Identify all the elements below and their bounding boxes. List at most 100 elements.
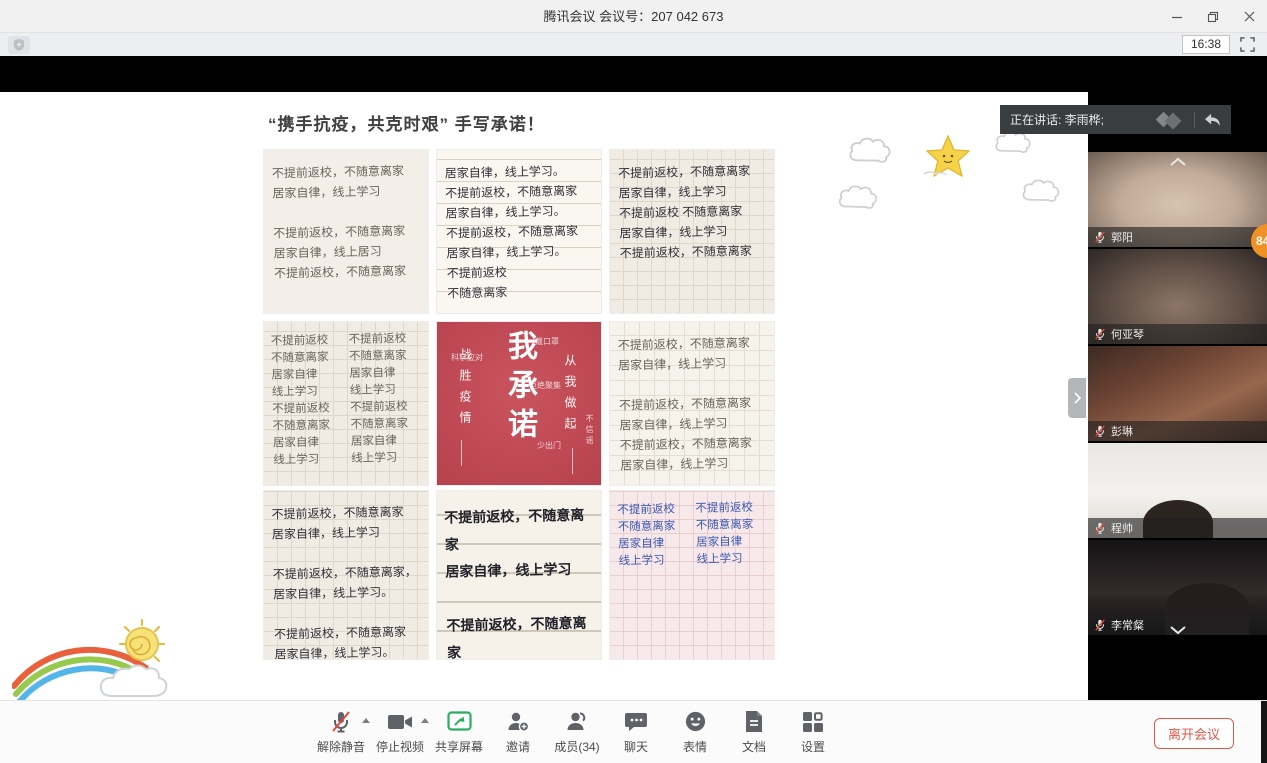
participant-name-bar: 彭琳: [1088, 421, 1267, 441]
bottom-toolbar: 解除静音 停止视频 共享屏幕 邀请: [0, 700, 1267, 763]
participants-sidebar: 郭阳 何亚琴 彭琳 程帅: [1088, 56, 1267, 700]
pledge-text: 不提前返校，不随意离家 居家自律，线上学习 不提前返校，不随意离家， 居家自律，…: [264, 491, 428, 659]
star-doodle: [922, 132, 974, 182]
share-screen-icon: [447, 711, 472, 733]
logo-diamonds-icon: [1152, 111, 1186, 129]
participant-tile[interactable]: 何亚琴: [1088, 249, 1267, 344]
settings-icon: [802, 711, 824, 733]
cloud-doodle: [846, 136, 894, 164]
divider: [1194, 112, 1195, 128]
pledge-photo: 不提前返校，不随意离家 居家自律，线上学习 不提前返校，不随意离家， 居家自律，…: [264, 491, 428, 659]
unmute-button[interactable]: 解除静音: [316, 708, 366, 755]
stop-video-button[interactable]: 停止视频: [375, 708, 425, 755]
tool-label: 邀请: [506, 738, 530, 755]
cloud-doodle: [836, 184, 880, 210]
chevron-down-icon: [1168, 625, 1188, 635]
mic-muted-icon: [329, 710, 353, 734]
security-shield-button[interactable]: [8, 36, 30, 54]
participant-name-bar: 程帅: [1088, 518, 1267, 538]
docs-icon: [744, 710, 764, 733]
window-controls: [1169, 0, 1261, 33]
scroll-up-chevron[interactable]: [1168, 154, 1188, 172]
chat-icon: [624, 711, 648, 733]
tool-label: 共享屏幕: [435, 738, 483, 755]
window-title: 腾讯会议 会议号：207 042 673: [0, 0, 1267, 33]
invite-button[interactable]: 邀请: [493, 708, 543, 755]
minimize-icon: [1171, 11, 1183, 23]
restore-icon: [1207, 11, 1219, 23]
fullscreen-icon: [1240, 37, 1255, 52]
pledge-photo: 居家自律，线上学习。 不提前返校，不随意离家 居家自律，线上学习。 不提前返校，…: [437, 150, 601, 313]
pledge-text: 居家自律，线上学习。 不提前返校，不随意离家 居家自律，线上学习。 不提前返校，…: [437, 150, 601, 313]
chevron-right-icon: [1073, 392, 1081, 404]
poster-word: 不信谣: [584, 414, 595, 447]
pledge-text: 不提前返校，不随意离家 居家自律，线上学习 不提前返校，不随意离家 居家自律，线…: [437, 491, 601, 659]
participant-tile[interactable]: 程帅: [1088, 443, 1267, 538]
docs-button[interactable]: 文档: [729, 708, 779, 755]
poster-word: 拒绝聚集: [529, 380, 561, 391]
poster-word: 少出门: [537, 440, 561, 451]
tool-label: 成员(34): [554, 738, 599, 755]
subbar-right: 16:38: [1182, 35, 1259, 54]
pledge-text: 不提前返校，不随意离家 居家自律，线上学习 不提前返校 不随意离家 居家自律，线…: [610, 150, 774, 276]
mic-options-caret[interactable]: [362, 718, 370, 723]
emoji-button[interactable]: 表情: [670, 708, 720, 755]
chat-button[interactable]: 聊天: [611, 708, 661, 755]
pledge-photo: 不提前返校，不随意离家 居家自律，线上学习 不提前返校，不随意离家 居家自律，线…: [264, 150, 428, 313]
mic-muted-icon: [1094, 231, 1106, 244]
pledge-photo: 不提前返校 不随意离家 居家自律 线上学习 不提前返校 不随意离家 居家自律 线…: [610, 491, 774, 659]
speaker-bar-icons: [1152, 111, 1221, 129]
leave-meeting-button[interactable]: 离开会议: [1154, 718, 1234, 749]
participant-name: 彭琳: [1111, 423, 1133, 439]
poster-divider: [572, 448, 573, 474]
tool-label: 停止视频: [376, 738, 424, 755]
share-screen-button[interactable]: 共享屏幕: [434, 708, 484, 755]
meeting-info-bar: 16:38: [0, 33, 1267, 56]
tool-label: 表情: [683, 738, 707, 755]
mic-muted-icon: [1094, 425, 1106, 438]
poster-word: 戴口罩: [535, 336, 559, 347]
pledge-photo: 不提前返校，不随意离家 居家自律，线上学习 不提前返校 不随意离家 居家自律，线…: [610, 150, 774, 313]
members-button[interactable]: 成员(34): [552, 708, 602, 755]
pledge-text: 不提前返校，不随意离家 居家自律，线上学习 不提前返校，不随意离家 居家自律，线…: [264, 150, 428, 296]
participant-name-bar: 郭阳: [1088, 227, 1267, 247]
pledge-text: 不提前返校 不随意离家 居家自律 线上学习 不提前返校 不随意离家 居家自律 线…: [264, 322, 428, 480]
toolbar-items: 解除静音 停止视频 共享屏幕 邀请: [316, 708, 838, 755]
camera-icon: [387, 712, 413, 732]
edge-strip: [1261, 701, 1267, 763]
doc-title: “携手抗疫，共克时艰” 手写承诺！: [268, 110, 545, 135]
poster-divider: [461, 440, 462, 466]
mic-muted-icon: [1094, 328, 1106, 341]
meeting-window: 腾讯会议 会议号：207 042 673 16:38 “: [0, 0, 1267, 763]
scroll-down-chevron[interactable]: [1168, 622, 1188, 640]
chevron-up-icon: [1168, 157, 1188, 167]
fullscreen-button[interactable]: [1240, 37, 1255, 52]
maximize-button[interactable]: [1205, 9, 1221, 25]
participant-name: 何亚琴: [1111, 326, 1144, 342]
pledge-text: 不提前返校，不随意离家 居家自律，线上学习 不提前返校，不随意离家 居家自律，线…: [610, 322, 774, 485]
pledge-photo: 不提前返校，不随意离家 居家自律，线上学习 不提前返校，不随意离家 居家自律，线…: [610, 322, 774, 485]
active-speaker-bar: 正在讲话: 李雨桦;: [1000, 105, 1231, 134]
tool-label: 聊天: [624, 738, 648, 755]
close-icon: [1244, 11, 1255, 22]
cloud-doodle: [1020, 178, 1062, 203]
close-button[interactable]: [1241, 9, 1257, 25]
participant-tile[interactable]: 彭琳: [1088, 346, 1267, 441]
pledge-photo: 不提前返校，不随意离家 居家自律，线上学习 不提前返校，不随意离家 居家自律，线…: [437, 491, 601, 659]
participant-tile[interactable]: 李常粲: [1088, 540, 1267, 635]
participant-name: 郭阳: [1111, 229, 1133, 245]
participant-name: 李常粲: [1111, 617, 1144, 633]
minimize-button[interactable]: [1169, 9, 1185, 25]
rainbow-doodle: [12, 616, 184, 700]
mic-muted-icon: [1094, 619, 1106, 632]
shared-screen-content: “携手抗疫，共克时艰” 手写承诺！ 不提前返校，不随意离家 居家自律，线上学习 …: [0, 92, 1088, 700]
tool-label: 文档: [742, 738, 766, 755]
sidebar-collapse-handle[interactable]: [1068, 378, 1086, 418]
settings-button[interactable]: 设置: [788, 708, 838, 755]
shield-plus-icon: [13, 38, 25, 51]
video-options-caret[interactable]: [421, 718, 429, 723]
participant-name: 程帅: [1111, 520, 1133, 536]
meeting-stage: “携手抗疫，共克时艰” 手写承诺！ 不提前返校，不随意离家 居家自律，线上学习 …: [0, 56, 1267, 700]
tool-label: 解除静音: [317, 738, 365, 755]
reply-arrow-icon[interactable]: [1203, 113, 1221, 127]
